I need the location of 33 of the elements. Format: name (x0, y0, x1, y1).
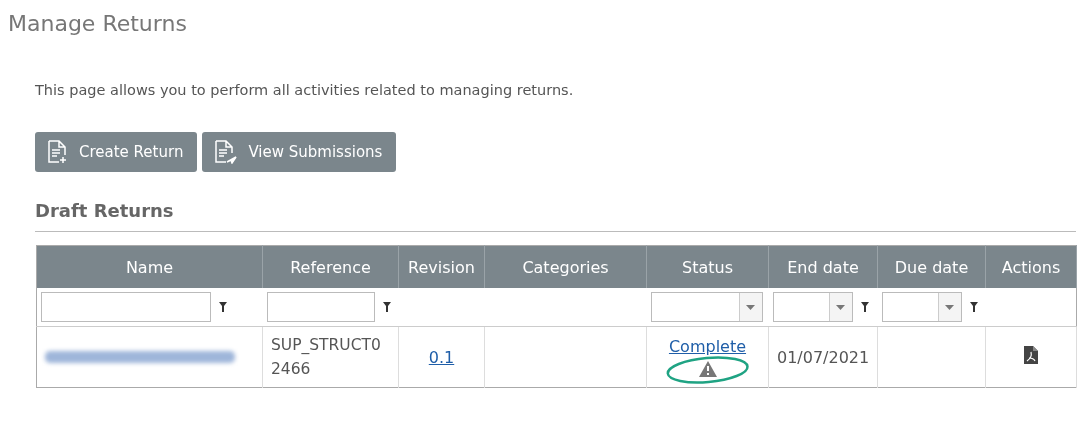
table-cell: 01/07/2021 (777, 347, 870, 367)
caret-icon (836, 304, 845, 310)
filter-icon[interactable] (219, 302, 227, 312)
column-header[interactable]: Status (646, 245, 769, 288)
pdf-file-icon[interactable] (1024, 346, 1038, 364)
column-header[interactable]: Categories (484, 245, 647, 288)
revision-link[interactable]: 0.1 (428, 347, 455, 367)
column-header[interactable]: Revision (398, 245, 485, 288)
create-return-button[interactable]: Create Return (35, 132, 198, 172)
column-header[interactable]: Reference (262, 245, 399, 288)
filter-field[interactable] (266, 292, 375, 322)
document-send-icon (214, 140, 239, 164)
filter-icon[interactable] (382, 302, 391, 312)
page-title: Manage Returns (8, 10, 188, 38)
column-header[interactable]: End date (768, 245, 878, 288)
filter-icon[interactable] (860, 302, 869, 312)
status-link[interactable]: Complete (668, 337, 747, 356)
filter-dropdown[interactable] (772, 292, 853, 322)
section-heading: Draft Returns (35, 200, 175, 221)
blurred-link[interactable] (45, 351, 235, 363)
filter-dropdown[interactable] (881, 292, 962, 322)
column-header[interactable]: Actions (985, 245, 1077, 288)
page-description: This page allows you to perform all activities related to managing returns. (35, 82, 575, 98)
document-plus-icon (47, 140, 69, 164)
view-submissions-button[interactable]: View Submissions (202, 132, 397, 172)
filter-dropdown[interactable] (650, 292, 763, 322)
filter-icon[interactable] (969, 302, 978, 312)
caret-icon (746, 304, 755, 310)
filter-field[interactable] (41, 292, 211, 322)
column-header[interactable]: Name (36, 245, 263, 288)
table-cell: SUP_STRUCT0 2466 (271, 336, 381, 378)
column-header[interactable]: Due date (877, 245, 986, 288)
caret-icon (945, 304, 954, 310)
